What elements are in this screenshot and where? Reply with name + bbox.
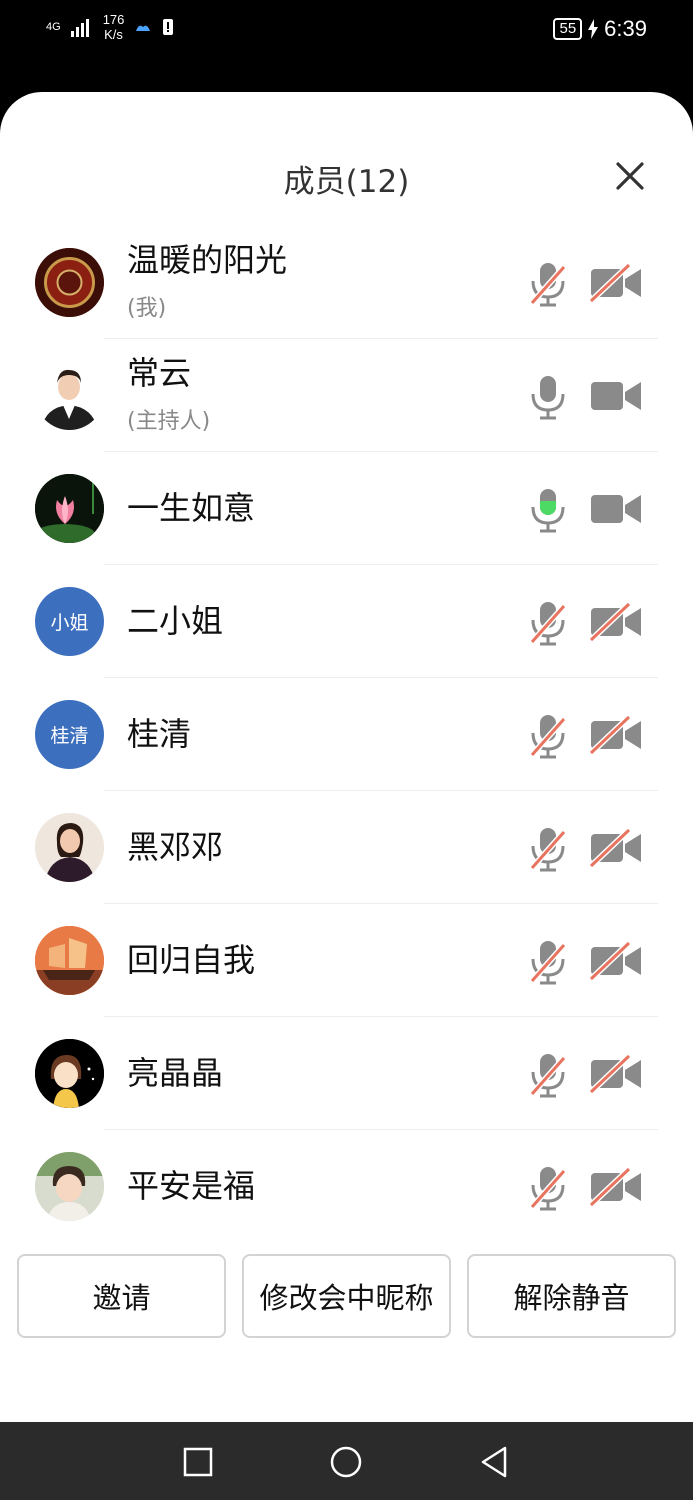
mic-muted-icon[interactable] [528, 939, 568, 985]
mic-muted-icon[interactable] [528, 261, 568, 307]
member-name: 回归自我 [127, 941, 256, 979]
avatar [35, 474, 104, 543]
member-name: 常云 [127, 354, 192, 392]
camera-off-icon[interactable] [589, 263, 643, 303]
mic-muted-icon[interactable] [528, 713, 568, 759]
member-name: 亮晶晶 [127, 1054, 224, 1092]
clock: 6:39 [604, 16, 647, 41]
camera-icon[interactable] [589, 376, 643, 416]
member-role: (我) [127, 296, 167, 321]
member-row[interactable]: 小姐 二小姐 [0, 565, 693, 678]
avatar [35, 813, 104, 882]
mic-muted-icon[interactable] [528, 600, 568, 646]
network-type: 4G [46, 20, 61, 33]
member-row[interactable]: 亮晶晶 [0, 1017, 693, 1130]
avatar [35, 1152, 104, 1221]
member-row[interactable]: 常云 (主持人) [0, 339, 693, 452]
home-icon[interactable] [326, 1442, 366, 1482]
member-name: 二小姐 [127, 602, 224, 640]
avatar [35, 248, 104, 317]
member-row[interactable]: 回归自我 [0, 904, 693, 1017]
member-row[interactable]: 桂清 桂清 [0, 678, 693, 791]
notification-icon [163, 19, 174, 35]
member-row[interactable]: 平安是福 [0, 1130, 693, 1243]
recents-icon[interactable] [178, 1442, 218, 1482]
cloud-icon [136, 25, 151, 31]
camera-off-icon[interactable] [589, 715, 643, 755]
avatar [35, 361, 104, 430]
system-nav-bar [0, 1422, 693, 1500]
camera-off-icon[interactable] [589, 1167, 643, 1207]
member-name: 一生如意 [127, 489, 256, 527]
avatar: 桂清 [35, 700, 104, 769]
battery-level: 55 [553, 18, 583, 40]
avatar [35, 1039, 104, 1108]
rename-button[interactable]: 修改会中昵称 [242, 1254, 451, 1338]
members-sheet: 成员(12) 温暖的阳光 (我) 常云 (主持人) 一生如意 小姐 二小姐 桂清… [0, 92, 693, 1422]
status-bar: 4G 176 K/s 55 6:39 [0, 0, 693, 95]
network-speed: 176 K/s [102, 12, 125, 42]
avatar: 小姐 [35, 587, 104, 656]
mic-muted-icon[interactable] [528, 1052, 568, 1098]
mic-muted-icon[interactable] [528, 826, 568, 872]
member-name: 温暖的阳光 [127, 241, 288, 279]
member-name: 平安是福 [127, 1167, 256, 1205]
close-icon[interactable] [612, 158, 648, 194]
member-row[interactable]: 一生如意 [0, 452, 693, 565]
member-row[interactable]: 黑邓邓 [0, 791, 693, 904]
mic-icon[interactable] [528, 374, 568, 420]
avatar-initials: 小姐 [50, 612, 89, 634]
mic-muted-icon[interactable] [528, 1165, 568, 1211]
camera-off-icon[interactable] [589, 1054, 643, 1094]
avatar [35, 926, 104, 995]
unmute-button[interactable]: 解除静音 [467, 1254, 676, 1338]
charging-icon [588, 19, 599, 39]
avatar-initials: 桂清 [50, 725, 89, 747]
camera-off-icon[interactable] [589, 941, 643, 981]
mic-speaking-icon[interactable] [528, 487, 568, 533]
back-icon[interactable] [474, 1442, 514, 1482]
camera-icon[interactable] [589, 489, 643, 529]
member-role: (主持人) [127, 409, 211, 434]
invite-button[interactable]: 邀请 [17, 1254, 226, 1338]
panel-title: 成员(12) [283, 164, 410, 200]
member-name: 桂清 [127, 715, 192, 753]
member-name: 黑邓邓 [127, 828, 224, 866]
camera-off-icon[interactable] [589, 602, 643, 642]
member-row[interactable]: 温暖的阳光 (我) [0, 226, 693, 339]
signal-icon [70, 19, 89, 37]
camera-off-icon[interactable] [589, 828, 643, 868]
